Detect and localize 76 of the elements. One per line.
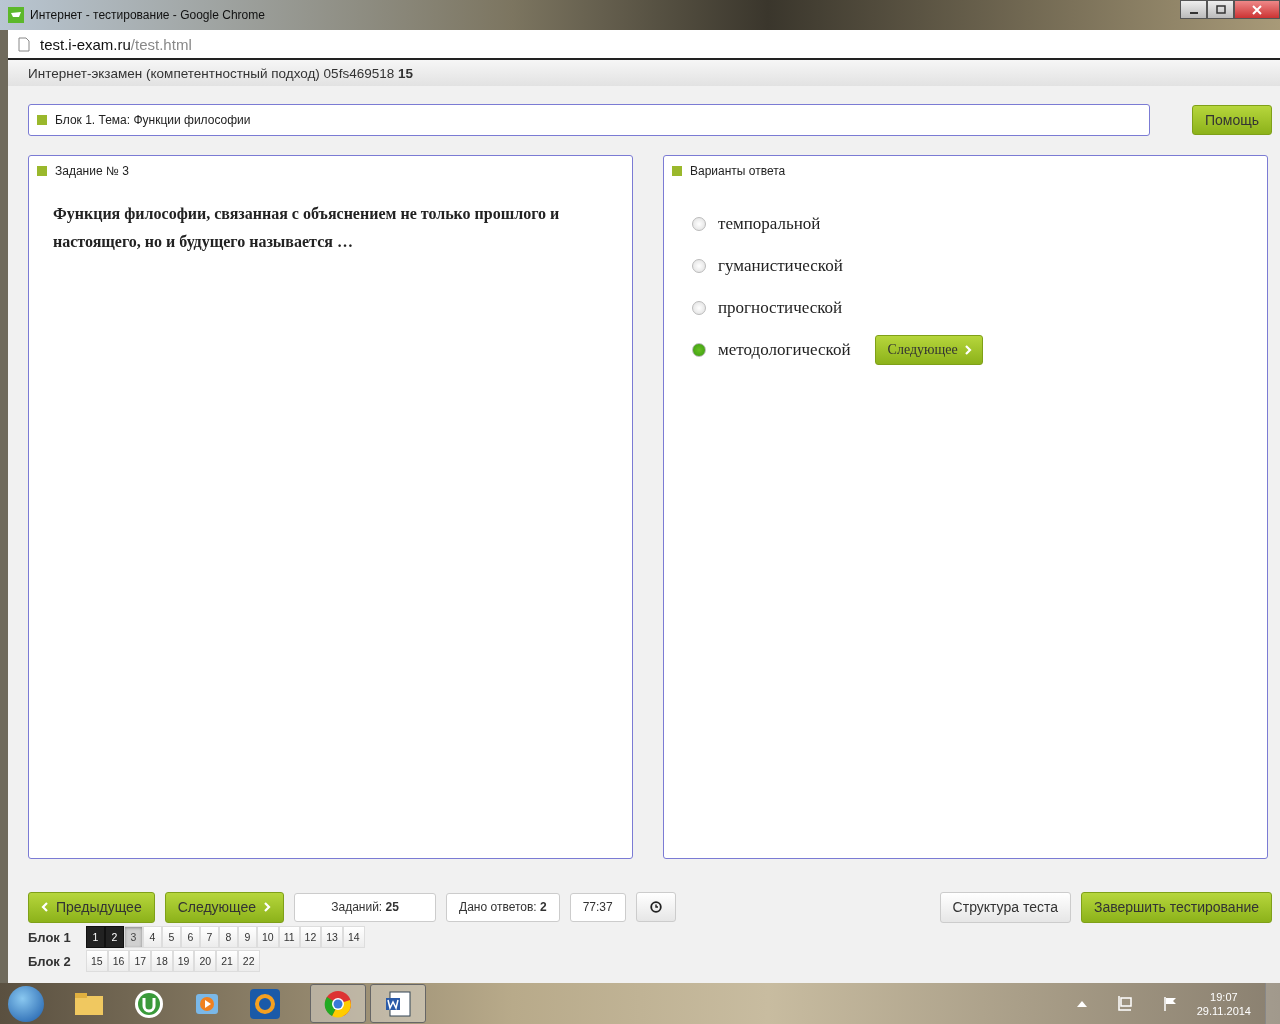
answered-counter: Дано ответов: 2 (446, 892, 560, 922)
close-icon (1252, 4, 1262, 15)
question-number[interactable]: 16 (107, 950, 130, 972)
question-number[interactable]: 20 (194, 950, 217, 972)
taskbar-button[interactable] (370, 984, 426, 1023)
tasks-counter: Заданий: 25 (294, 892, 437, 922)
flag-icon[interactable] (1162, 995, 1179, 1012)
timer: 77:37 (569, 892, 626, 922)
question-number[interactable]: 7 (200, 926, 219, 948)
system-clock[interactable]: 19:07 29.11.2014 (1196, 990, 1251, 1017)
answers-heading: Варианты ответа (690, 164, 786, 178)
question-number[interactable]: 4 (143, 926, 162, 948)
question-number[interactable]: 12 (299, 926, 322, 948)
chevron-up-icon[interactable] (1076, 1000, 1087, 1007)
question-number[interactable]: 3 (124, 926, 143, 948)
question-number[interactable]: 18 (151, 950, 173, 972)
clock-button[interactable] (635, 892, 676, 922)
square-icon (37, 115, 47, 125)
question-number[interactable]: 19 (172, 950, 195, 972)
browser-icon (324, 989, 352, 1018)
url-text: test.i-exam.ru/test.html (40, 35, 192, 53)
square-icon (37, 166, 47, 176)
minimize-icon (1189, 11, 1198, 14)
question-number[interactable]: 22 (237, 950, 260, 972)
answer-option[interactable]: методологической (718, 340, 851, 360)
address-bar[interactable]: test.i-exam.ru/test.html (8, 30, 1280, 60)
radio-button[interactable] (692, 217, 706, 231)
radio-button[interactable] (692, 301, 706, 315)
page-icon (18, 36, 30, 52)
clock-time: 19:07 (1210, 990, 1238, 1003)
question-number[interactable]: 10 (257, 926, 279, 948)
block-label: Блок 1 (28, 929, 72, 945)
maximize-icon (1215, 4, 1226, 15)
next-button[interactable]: Следующее (164, 891, 285, 923)
answer-option[interactable]: гуманистической (718, 256, 843, 276)
answer-option[interactable]: прогностической (718, 298, 843, 318)
question-text: Функция философии, связанная с объяснением не только прошлого и настоящего, но и будущего называется … (53, 204, 561, 253)
question-number[interactable]: 1 (86, 926, 105, 948)
question-number[interactable]: 9 (238, 926, 257, 948)
question-number[interactable]: 15 (86, 950, 108, 972)
next-button[interactable]: Следующее (874, 335, 983, 365)
help-button[interactable]: Помощь (1191, 105, 1272, 135)
exam-title: Интернет-экзамен (компетентностный подход) 05fs469518 15 (28, 65, 413, 81)
question-number[interactable]: 5 (162, 926, 181, 948)
chevron-right-icon (263, 902, 272, 912)
close-button[interactable] (1234, 0, 1280, 19)
clock-date: 29.11.2014 (1196, 1004, 1251, 1017)
question-number[interactable]: 2 (105, 926, 124, 948)
structure-button[interactable]: Структура теста (939, 891, 1071, 923)
taskbar-button[interactable] (310, 984, 366, 1023)
clock-icon (649, 901, 662, 913)
maximize-button[interactable] (1207, 0, 1234, 19)
question-number[interactable]: 14 (342, 926, 365, 948)
radio-button[interactable] (692, 343, 706, 357)
task-heading: Задание № 3 (55, 164, 129, 178)
question-number[interactable]: 17 (129, 950, 152, 972)
question-number[interactable]: 13 (321, 926, 343, 948)
square-icon (672, 166, 682, 176)
window-title: Интернет - тестирование - Google Chrome (30, 8, 265, 22)
finish-button[interactable]: Завершить тестирование (1081, 891, 1272, 923)
chevron-left-icon (41, 902, 49, 912)
previous-button[interactable]: Предыдущее (28, 891, 155, 923)
block-label: Блок 2 (28, 953, 72, 969)
chevron-right-icon (963, 345, 972, 355)
question-number[interactable]: 6 (181, 926, 200, 948)
radio-button[interactable] (692, 259, 706, 273)
topic-label: Блок 1. Тема: Функции философии (55, 113, 251, 127)
minimize-button[interactable] (1180, 0, 1207, 19)
question-number[interactable]: 21 (216, 950, 238, 972)
answer-option[interactable]: темпоральной (718, 214, 821, 234)
question-number[interactable]: 11 (278, 926, 300, 948)
document-icon (384, 989, 412, 1018)
question-number[interactable]: 8 (219, 926, 238, 948)
app-icon (8, 7, 24, 23)
start-button[interactable] (8, 985, 44, 1022)
folder-icon[interactable] (74, 990, 104, 1017)
